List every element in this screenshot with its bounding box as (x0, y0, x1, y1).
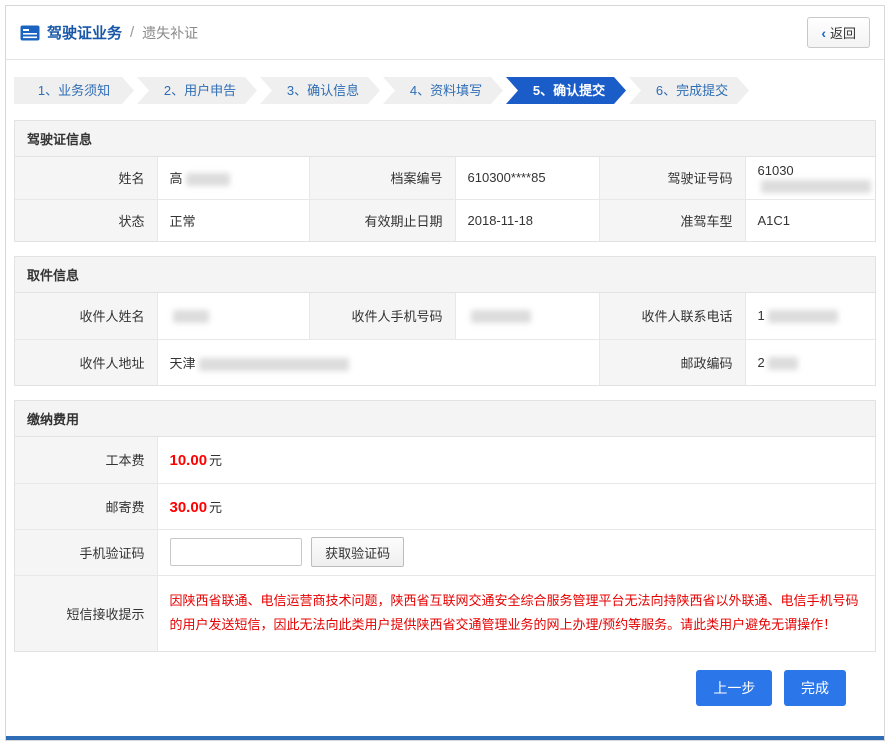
redacted-value (471, 310, 531, 323)
production-fee-amount: 10.00 (170, 452, 208, 469)
sms-notice-label: 短信接收提示 (15, 575, 157, 651)
file-no-label: 档案编号 (309, 157, 455, 199)
steps-nav: 1、业务须知 2、用户申告 3、确认信息 4、资料填写 5、确认提交 6、完成提… (14, 77, 876, 104)
production-fee-value: 10.00元 (157, 437, 875, 483)
license-no-label: 驾驶证号码 (599, 157, 745, 199)
pickup-info-section: 取件信息 收件人姓名 收件人手机号码 收件人联系电话 (14, 256, 876, 386)
back-button-label: 返回 (830, 23, 856, 42)
table-row: 姓名 高 档案编号 610300****85 驾驶证号码 61030 (15, 157, 875, 199)
name-value: 高 (157, 157, 309, 199)
mailing-fee-amount: 30.00 (170, 499, 208, 516)
back-chevron-icon: ‹ (821, 26, 826, 40)
payment-section-title: 缴纳费用 (15, 401, 875, 437)
redacted-value (768, 310, 838, 323)
license-info-section: 驾驶证信息 姓名 高 档案编号 610300****85 驾驶证号码 6 (14, 120, 876, 242)
redacted-value (761, 180, 871, 193)
recipient-mobile-value (455, 293, 599, 339)
finish-button[interactable]: 完成 (784, 670, 846, 706)
pickup-section-title: 取件信息 (15, 257, 875, 293)
table-row: 手机验证码 获取验证码 (15, 529, 875, 575)
fee-unit: 元 (209, 500, 222, 515)
table-row: 收件人地址 天津 邮政编码 2 (15, 339, 875, 385)
recipient-phone-value-text: 1 (758, 308, 765, 323)
title-group: 驾驶证业务 / 遗失补证 (20, 22, 198, 43)
page-header: 驾驶证业务 / 遗失补证 ‹ 返回 (6, 6, 884, 60)
table-row: 短信接收提示 因陕西省联通、电信运营商技术问题，陕西省互联网交通安全综合服务管理… (15, 575, 875, 651)
recipient-phone-value: 1 (745, 293, 875, 339)
sms-code-label: 手机验证码 (15, 529, 157, 575)
postal-code-label: 邮政编码 (599, 339, 745, 385)
fee-unit: 元 (209, 453, 222, 468)
step-6-complete-submit[interactable]: 6、完成提交 (629, 77, 749, 104)
redacted-value (186, 173, 230, 186)
name-value-text: 高 (170, 171, 183, 186)
back-button[interactable]: ‹ 返回 (807, 17, 870, 48)
recipient-address-label: 收件人地址 (15, 339, 157, 385)
sms-notice-cell: 因陕西省联通、电信运营商技术问题，陕西省互联网交通安全综合服务管理平台无法向持陕… (157, 575, 875, 651)
page-subtitle: 遗失补证 (142, 23, 198, 43)
license-section-title: 驾驶证信息 (15, 121, 875, 157)
sms-code-input[interactable] (170, 538, 302, 566)
step-5-confirm-submit[interactable]: 5、确认提交 (506, 77, 626, 104)
license-no-value-text: 61030 (758, 163, 794, 178)
table-row: 收件人姓名 收件人手机号码 收件人联系电话 1 (15, 293, 875, 339)
payment-table: 工本费 10.00元 邮寄费 30.00元 手机验证码 获取验证码 (15, 437, 875, 651)
title-separator: / (130, 24, 134, 41)
sms-code-cell: 获取验证码 (157, 529, 875, 575)
production-fee-label: 工本费 (15, 437, 157, 483)
redacted-value (199, 358, 349, 371)
recipient-name-value (157, 293, 309, 339)
table-row: 工本费 10.00元 (15, 437, 875, 483)
license-no-value: 61030 (745, 157, 875, 199)
recipient-address-value: 天津 (157, 339, 599, 385)
table-row: 邮寄费 30.00元 (15, 483, 875, 529)
postal-code-value: 2 (745, 339, 875, 385)
license-info-table: 姓名 高 档案编号 610300****85 驾驶证号码 61030 状态 正常… (15, 157, 875, 241)
step-1-business-notes[interactable]: 1、业务须知 (14, 77, 134, 104)
previous-step-button[interactable]: 上一步 (696, 670, 772, 706)
status-value: 正常 (157, 199, 309, 241)
license-service-icon (20, 25, 40, 41)
recipient-address-value-text: 天津 (170, 356, 196, 371)
expiry-value: 2018-11-18 (455, 199, 599, 241)
redacted-value (173, 310, 209, 323)
main-content: 驾驶证信息 姓名 高 档案编号 610300****85 驾驶证号码 6 (14, 120, 876, 652)
file-no-value: 610300****85 (455, 157, 599, 199)
recipient-phone-label: 收件人联系电话 (599, 293, 745, 339)
status-label: 状态 (15, 199, 157, 241)
step-3-confirm-info[interactable]: 3、确认信息 (260, 77, 380, 104)
redacted-value (768, 357, 798, 370)
step-2-user-declaration[interactable]: 2、用户申告 (137, 77, 257, 104)
page-title: 驾驶证业务 (47, 22, 122, 43)
recipient-mobile-label: 收件人手机号码 (309, 293, 455, 339)
vehicle-type-label: 准驾车型 (599, 199, 745, 241)
payment-section: 缴纳费用 工本费 10.00元 邮寄费 30.00元 (14, 400, 876, 652)
table-row: 状态 正常 有效期止日期 2018-11-18 准驾车型 A1C1 (15, 199, 875, 241)
expiry-label: 有效期止日期 (309, 199, 455, 241)
vehicle-type-value: A1C1 (745, 199, 875, 241)
footer-actions: 上一步 完成 (14, 670, 846, 706)
postal-code-value-text: 2 (758, 355, 765, 370)
mailing-fee-value: 30.00元 (157, 483, 875, 529)
get-code-button[interactable]: 获取验证码 (311, 537, 404, 567)
page-container: 驾驶证业务 / 遗失补证 ‹ 返回 1、业务须知 2、用户申告 3、确认信息 4… (5, 5, 885, 741)
recipient-name-label: 收件人姓名 (15, 293, 157, 339)
sms-notice-text: 因陕西省联通、电信运营商技术问题，陕西省互联网交通安全综合服务管理平台无法向持陕… (170, 589, 864, 638)
pickup-info-table: 收件人姓名 收件人手机号码 收件人联系电话 1 收件人地址 (15, 293, 875, 385)
step-4-fill-materials[interactable]: 4、资料填写 (383, 77, 503, 104)
name-label: 姓名 (15, 157, 157, 199)
bottom-accent-bar (6, 736, 884, 740)
mailing-fee-label: 邮寄费 (15, 483, 157, 529)
